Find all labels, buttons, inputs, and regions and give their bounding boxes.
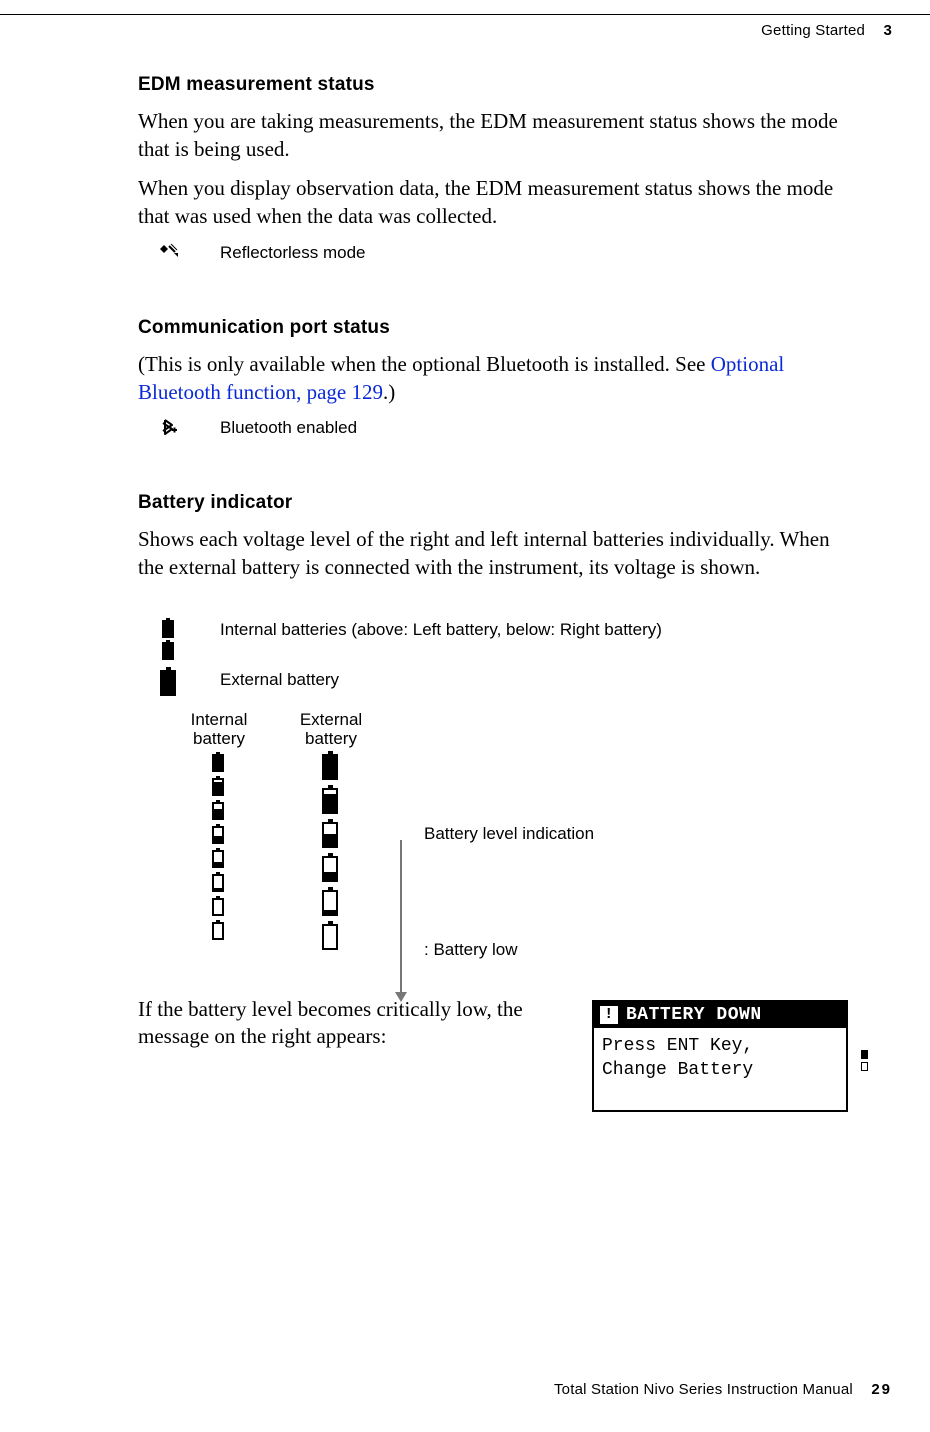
icon-def-row: Reflectorless mode <box>160 243 858 263</box>
warning-icon: ! <box>600 1006 618 1024</box>
heading-battery-indicator: Battery indicator <box>138 492 858 514</box>
lcd-line: Change Battery <box>602 1058 838 1082</box>
col-header: Internal <box>191 710 248 729</box>
paragraph: If the battery level becomes critically … <box>138 996 574 1051</box>
arrow-down-icon <box>400 840 402 1000</box>
icon-label: Bluetooth enabled <box>220 418 357 438</box>
lcd-line: Press ENT Key, <box>602 1034 838 1058</box>
chapter-title: Getting Started <box>761 22 865 39</box>
col-header: External <box>300 710 362 729</box>
external-battery-icon <box>160 670 220 696</box>
paragraph: When you display observation data, the E… <box>138 175 858 230</box>
battery-level-diagram: Internal battery External battery <box>164 710 824 990</box>
col-header: battery <box>193 729 245 748</box>
icon-label: Reflectorless mode <box>220 243 366 263</box>
heading-comm-port: Communication port status <box>138 317 858 339</box>
paragraph: When you are taking measurements, the ED… <box>138 108 858 163</box>
icon-label: Internal batteries (above: Left battery,… <box>220 620 662 640</box>
heading-edm-status: EDM measurement status <box>138 74 858 96</box>
icon-label: External battery <box>220 670 339 690</box>
lcd-message-box: ! BATTERY DOWN Press ENT Key, Change Bat… <box>592 996 858 1113</box>
lcd-side-battery-icon <box>861 1050 868 1071</box>
paragraph: Shows each voltage level of the right an… <box>138 526 858 581</box>
page-number: 29 <box>871 1381 892 1398</box>
diagram-note: Battery level indication <box>424 824 594 844</box>
page-footer: Total Station Nivo Series Instruction Ma… <box>554 1381 892 1398</box>
icon-def-row: Internal batteries (above: Left battery,… <box>160 620 858 660</box>
section-number: 3 <box>883 22 892 39</box>
manual-title: Total Station Nivo Series Instruction Ma… <box>554 1381 853 1398</box>
internal-batteries-icon <box>160 620 220 660</box>
icon-def-row: External battery <box>160 670 858 696</box>
bluetooth-icon <box>160 418 220 436</box>
lcd-title: BATTERY DOWN <box>626 1005 762 1025</box>
page-header: Getting Started 3 <box>761 22 892 39</box>
icon-def-row: Bluetooth enabled <box>160 418 858 438</box>
diagram-note: : Battery low <box>424 940 518 960</box>
reflectorless-icon <box>160 243 220 261</box>
col-header: battery <box>305 729 357 748</box>
paragraph: (This is only available when the optiona… <box>138 351 858 406</box>
